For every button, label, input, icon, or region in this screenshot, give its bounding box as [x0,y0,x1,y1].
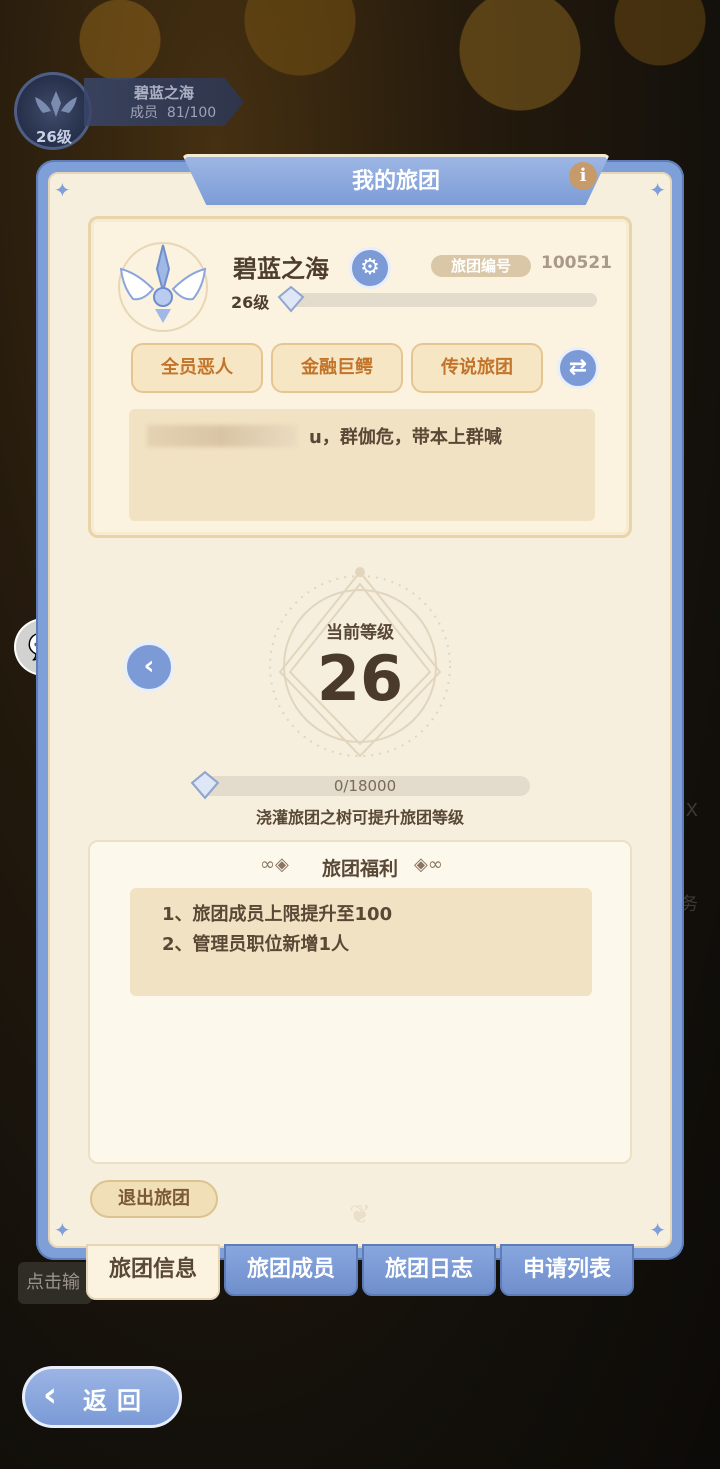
guild-notice: u，群伽危，带本上群喊 [129,409,595,521]
guild-crest-icon [115,239,211,339]
previous-arrow-icon[interactable]: ‹ [124,642,174,692]
guild-settings-gear-icon[interactable]: ⚙ [349,247,391,289]
corner-ornament-icon: ✦ [649,178,666,202]
back-arrow-icon: ‹ [43,1375,58,1415]
guild-name: 碧蓝之海 [233,255,329,283]
current-level-emblem: 当前等级 26 [240,560,480,770]
corner-ornament-icon: ✦ [649,1218,666,1242]
crystal-icon [190,770,220,804]
guild-tag[interactable]: 金融巨鳄 [271,343,403,393]
back-button-label: 返回 [83,1387,151,1415]
exp-hint: 浇灌旅团之树可提升旅团等级 [255,808,464,827]
benefits-list: 1、旅团成员上限提升至100 2、管理员职位新增1人 [130,888,592,996]
guild-info-card: 碧蓝之海 ⚙ 旅团编号 100521 26级 全员恶人 金融巨鳄 传说旅团 ⇄ … [88,216,632,538]
tab-guild-members[interactable]: 旅团成员 [224,1244,358,1296]
background-chat-input: 点击输 [18,1262,92,1304]
tab-guild-info[interactable]: 旅团信息 [86,1244,220,1300]
benefits-title: 旅团福利 [321,858,398,880]
guild-level: 26级 [231,293,270,312]
swap-tags-icon[interactable]: ⇄ [557,347,599,389]
info-icon[interactable]: i [569,162,597,190]
tab-application-list[interactable]: 申请列表 [500,1244,634,1296]
benefit-item: 1、旅团成员上限提升至100 [162,904,393,925]
tab-guild-log[interactable]: 旅团日志 [362,1244,496,1296]
current-level-label: 当前等级 [326,623,394,643]
panel-title-plate: 我的旅团 i [182,154,610,208]
guild-exp-value: 0/18000 [333,777,397,795]
guild-id-label: 旅团编号 [431,255,531,277]
hud-guild-level: 26级 [36,128,72,146]
back-button[interactable]: ‹ 返回 [22,1366,182,1428]
guild-level-progress-bar [287,293,597,307]
guild-tag[interactable]: 全员恶人 [131,343,263,393]
guild-exp-bar: 0/18000 [200,776,530,796]
crystal-icon [277,285,305,317]
corner-ornament-icon: ✦ [54,1218,71,1242]
benefit-item: 2、管理员职位新增1人 [162,934,350,955]
corner-ornament-icon: ✦ [54,178,71,202]
bottom-ornament-icon: ❦ [349,1200,371,1230]
quit-guild-button[interactable]: 退出旅团 [90,1180,218,1218]
guild-tag[interactable]: 传说旅团 [411,343,543,393]
hud-members: 成员 81/100 [130,105,217,121]
hud-guild-badge[interactable]: 26级 碧蓝之海 成员 81/100 [14,72,244,150]
hud-guild-name: 碧蓝之海 [134,84,195,102]
hud-guild-plate: 碧蓝之海 成员 81/100 [84,78,244,126]
blurred-notice-text [147,425,297,447]
guild-benefits-card: ∞◈ 旅团福利 ◈∞ 1、旅团成员上限提升至100 2、管理员职位新增1人 [88,840,632,1164]
current-level-value: 26 [316,642,404,715]
ornament-icon: ◈∞ [414,854,443,875]
guild-id-value: 100521 [541,253,612,273]
panel-title: 我的旅团 [351,169,440,194]
guild-notice-text: u，群伽危，带本上群喊 [309,427,502,448]
